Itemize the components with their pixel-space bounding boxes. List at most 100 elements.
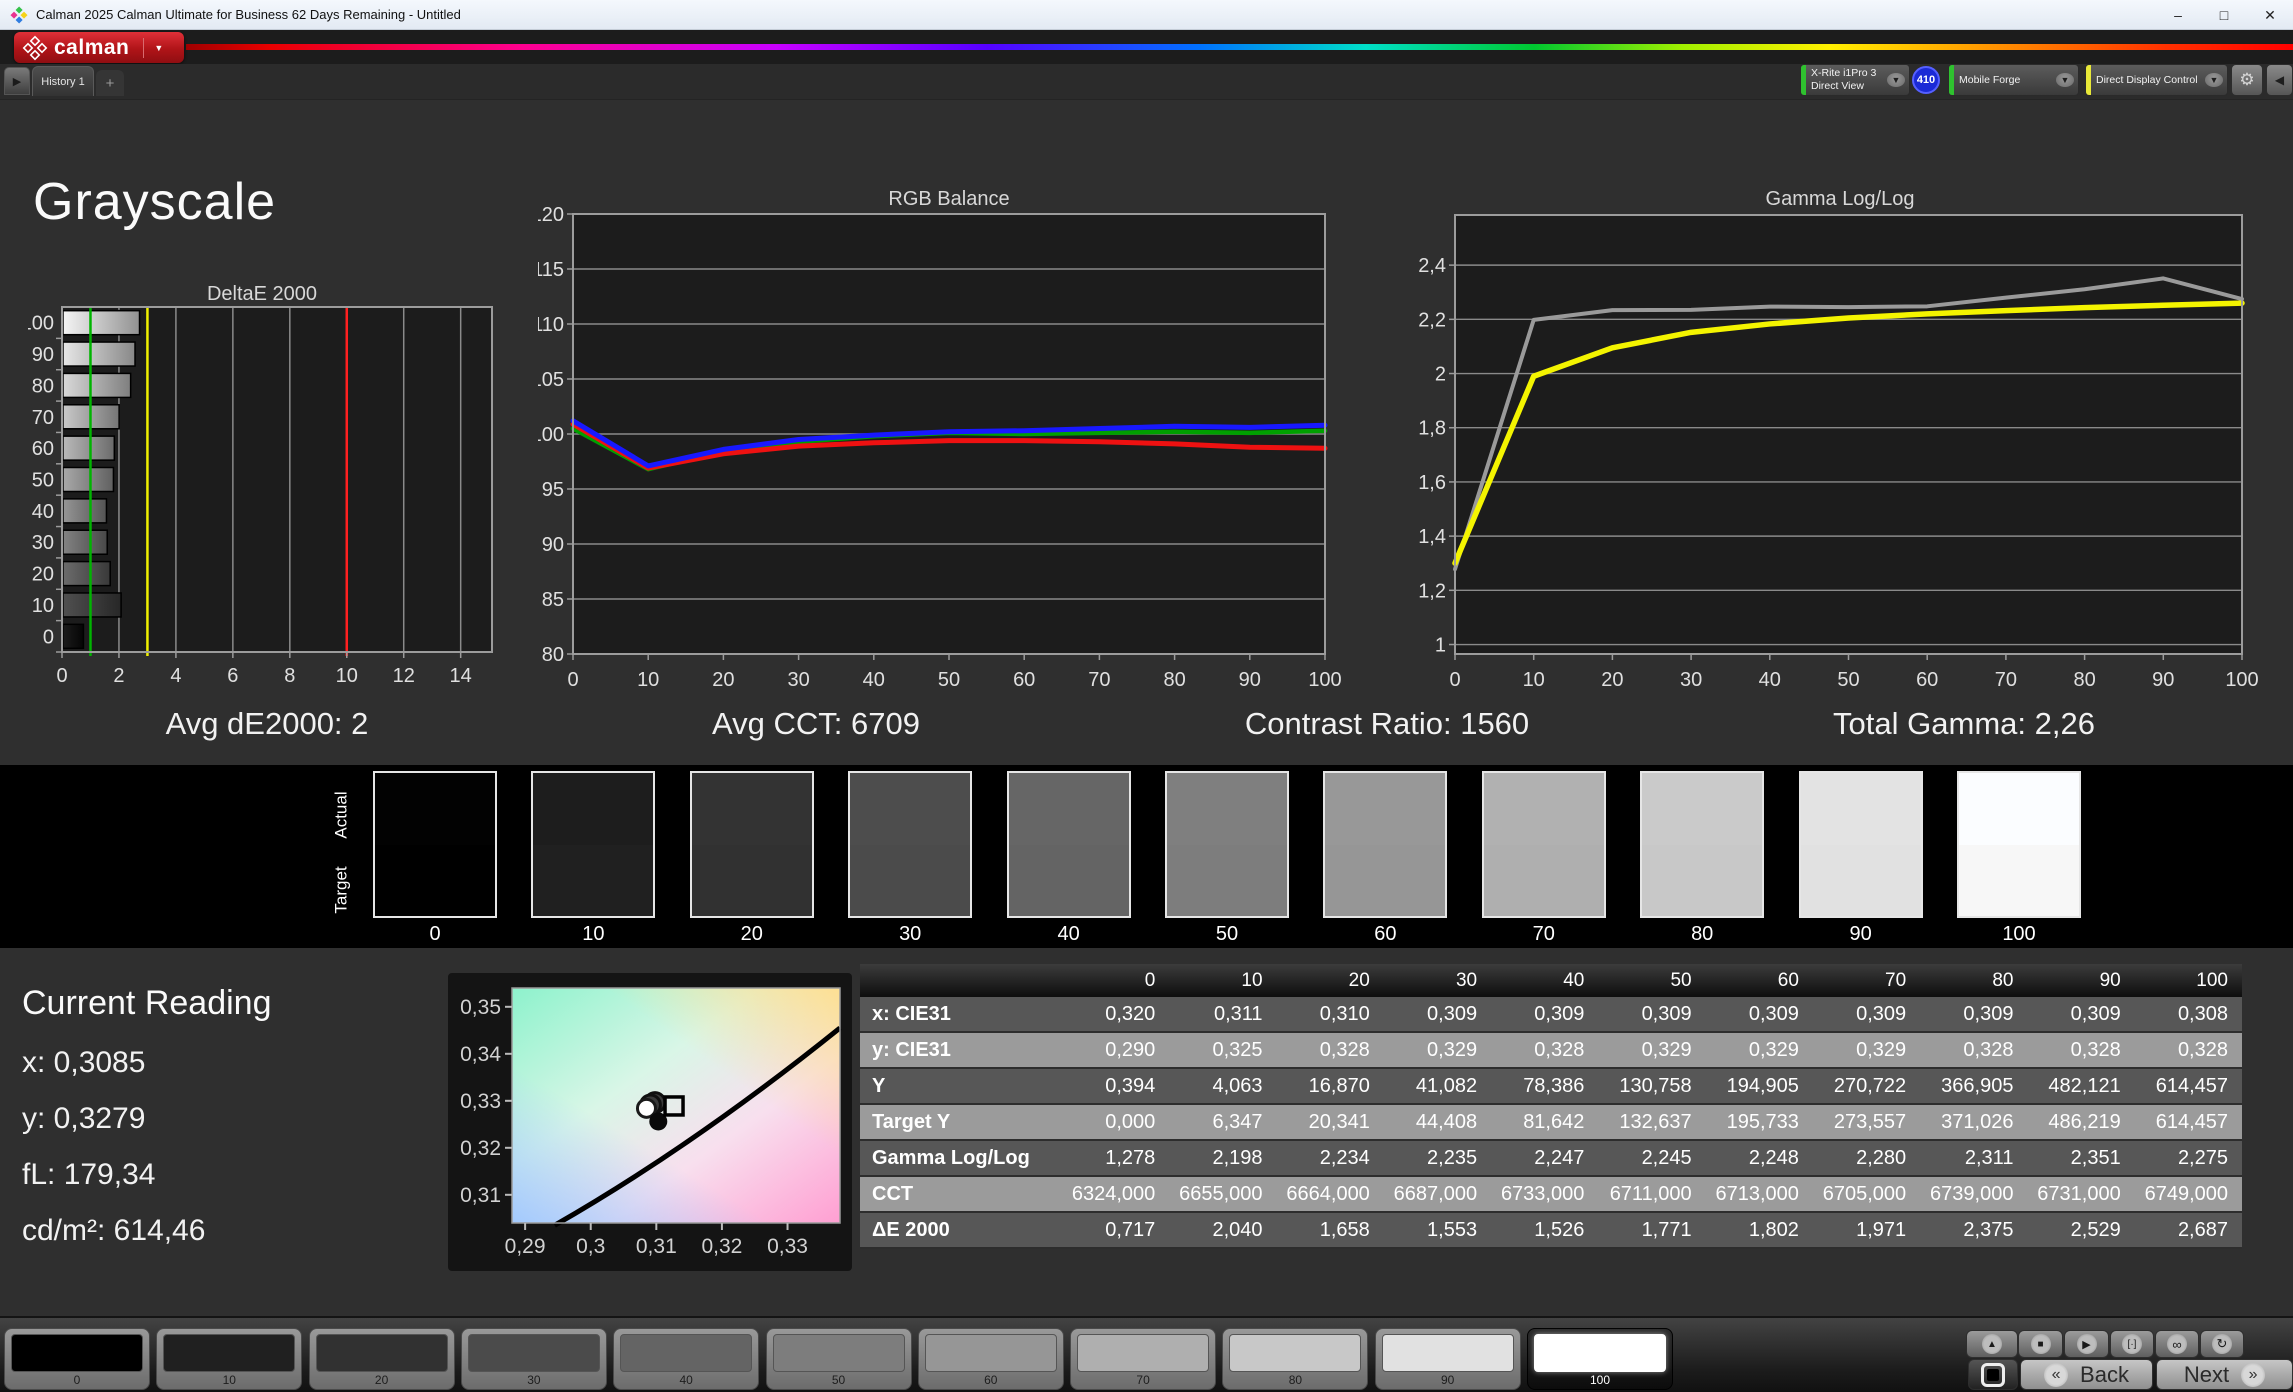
total-gamma-readout: Total Gamma: 2,26: [1833, 706, 2095, 741]
pattern-button-100[interactable]: 100: [1527, 1328, 1673, 1390]
pattern-source-dropdown[interactable]: Mobile Forge ▼: [1948, 64, 2079, 96]
table-cell: 6731,000: [2027, 1177, 2135, 1213]
pattern-level-label: 40: [679, 1373, 693, 1387]
pattern-level-up-button[interactable]: ▲: [1966, 1330, 2018, 1358]
svg-text:90: 90: [2152, 669, 2174, 691]
swatch-actual: [375, 773, 495, 845]
svg-text:100: 100: [1308, 669, 1341, 691]
svg-text:100: 100: [2225, 669, 2258, 691]
back-button[interactable]: « Back: [2020, 1359, 2153, 1390]
table-cell: 0,308: [2134, 997, 2242, 1033]
target-row-label: Target: [331, 866, 351, 914]
table-cell: 6664,000: [1276, 1177, 1384, 1213]
svg-text:0: 0: [1449, 669, 1460, 691]
minimize-button[interactable]: –: [2155, 0, 2201, 30]
svg-text:8: 8: [284, 665, 295, 687]
window-title: Calman 2025 Calman Ultimate for Business…: [36, 7, 461, 22]
chevron-down-icon: ▼: [2205, 73, 2223, 87]
pattern-button-20[interactable]: 20: [308, 1328, 455, 1390]
swatch-level-label: 90: [1849, 923, 1872, 945]
step-measure-icon: [·]: [2122, 1334, 2142, 1354]
svg-text:20: 20: [712, 669, 734, 691]
play-icon: ▶: [2076, 1334, 2097, 1354]
add-tab-button[interactable]: +: [96, 70, 124, 96]
svg-text:115: 115: [538, 259, 564, 281]
svg-text:0,33: 0,33: [767, 1235, 808, 1258]
svg-text:20: 20: [1601, 669, 1623, 691]
meter-dropdown[interactable]: X-Rite i1Pro 3 Direct View ▼: [1800, 64, 1910, 96]
swatch-level-label: 60: [1374, 923, 1397, 945]
table-cell: 2,311: [1920, 1141, 2028, 1177]
table-cell: 1,553: [1383, 1213, 1492, 1249]
svg-text:95: 95: [542, 479, 564, 501]
table-row-label: CCT: [860, 1177, 1062, 1213]
pattern-level-label: 90: [1441, 1373, 1455, 1387]
read-continuous-button[interactable]: ∞: [2155, 1330, 2199, 1358]
svg-text:1,2: 1,2: [1418, 580, 1446, 602]
resume-button[interactable]: ↻: [2200, 1330, 2244, 1358]
grayscale-swatch-70: [1481, 771, 1606, 918]
table-cell: 1,971: [1812, 1213, 1921, 1249]
svg-text:0,35: 0,35: [460, 996, 501, 1019]
pattern-swatch: [1229, 1334, 1362, 1372]
pattern-button-10[interactable]: 10: [156, 1328, 303, 1390]
pattern-button-60[interactable]: 60: [917, 1328, 1064, 1390]
svg-text:70: 70: [1995, 669, 2017, 691]
read-once-button[interactable]: ▶: [2064, 1330, 2109, 1358]
reading-cdm2: cd/m²: 614,46: [22, 1214, 206, 1247]
pattern-swatch: [1077, 1334, 1210, 1372]
run-layout-button[interactable]: ▶: [4, 67, 30, 95]
table-cell: 0,310: [1276, 997, 1384, 1033]
maximize-button[interactable]: □: [2201, 0, 2247, 30]
swatch-target: [1008, 844, 1129, 916]
pattern-button-0[interactable]: 0: [4, 1328, 150, 1390]
pattern-swatch: [467, 1334, 600, 1372]
avg-cct-readout: Avg CCT: 6709: [712, 706, 920, 741]
svg-text:0,31: 0,31: [636, 1235, 677, 1258]
display-control-dropdown[interactable]: Direct Display Control ▼: [2085, 64, 2228, 96]
meter-patch-count-badge: 410: [1912, 66, 1940, 94]
meter-label: X-Rite i1Pro 3 Direct View: [1811, 67, 1877, 92]
table-cell: 1,802: [1705, 1213, 1813, 1249]
calman-logo-button[interactable]: calman ▼: [14, 32, 184, 63]
table-cell: 0,309: [1705, 997, 1813, 1033]
pattern-button-30[interactable]: 30: [460, 1328, 607, 1390]
pattern-button-70[interactable]: 70: [1070, 1328, 1217, 1390]
current-reading-title: Current Reading: [22, 984, 272, 1022]
pattern-button-50[interactable]: 50: [765, 1328, 912, 1390]
table-cell: 486,219: [2027, 1105, 2135, 1141]
pattern-button-40[interactable]: 40: [613, 1328, 760, 1390]
next-button[interactable]: Next »: [2156, 1359, 2293, 1390]
svg-text:0,34: 0,34: [460, 1043, 501, 1066]
table-cell: 81,642: [1491, 1105, 1599, 1141]
pattern-button-80[interactable]: 80: [1222, 1328, 1369, 1390]
contrast-ratio-readout: Contrast Ratio: 1560: [1244, 706, 1530, 741]
table-cell: 0,309: [1383, 997, 1492, 1033]
pattern-button-90[interactable]: 90: [1374, 1328, 1521, 1390]
tab-history-1[interactable]: History 1: [32, 66, 94, 96]
table-cell: 2,247: [1491, 1141, 1599, 1177]
cie-chart-svg: 0,29 0,3 0,31 0,32 0,33 0,31 0,32 0,33 0,34 0,35: [448, 973, 852, 1271]
cie-xy-chart: 0,29 0,3 0,31 0,32 0,33 0,31 0,32 0,33 0,34 0,35: [448, 973, 852, 1276]
collapse-panel-button[interactable]: ◀: [2266, 64, 2293, 96]
grayscale-swatch-0: [373, 771, 497, 918]
stop-measure-button[interactable]: ■: [2018, 1330, 2063, 1358]
reading-y: y: 0,3279: [22, 1102, 146, 1135]
table-cell: 2,248: [1705, 1141, 1813, 1177]
deltae-bar-100: [62, 309, 141, 336]
svg-text:40: 40: [32, 501, 54, 523]
pattern-swatch: [11, 1334, 143, 1372]
read-series-button[interactable]: [·]: [2110, 1330, 2154, 1358]
avg-de-readout: Avg dE2000: 2: [165, 706, 369, 741]
swatch-level-label: 70: [1532, 923, 1555, 945]
deltae-bar-30: [62, 529, 108, 555]
svg-text:20: 20: [32, 564, 54, 586]
grayscale-swatch-60: [1323, 771, 1448, 918]
svg-text:10: 10: [32, 595, 54, 617]
settings-button[interactable]: ⚙: [2231, 64, 2263, 96]
pattern-bar: ▲ ■ ▶ [·] ∞ ↻ « Back Next » 0 10 20 30 40 50 6…: [0, 1316, 2293, 1392]
swatch-target: [1800, 844, 1921, 916]
close-button[interactable]: ✕: [2247, 0, 2293, 30]
pattern-window-button[interactable]: [1968, 1359, 2018, 1390]
svg-text:40: 40: [863, 669, 885, 691]
